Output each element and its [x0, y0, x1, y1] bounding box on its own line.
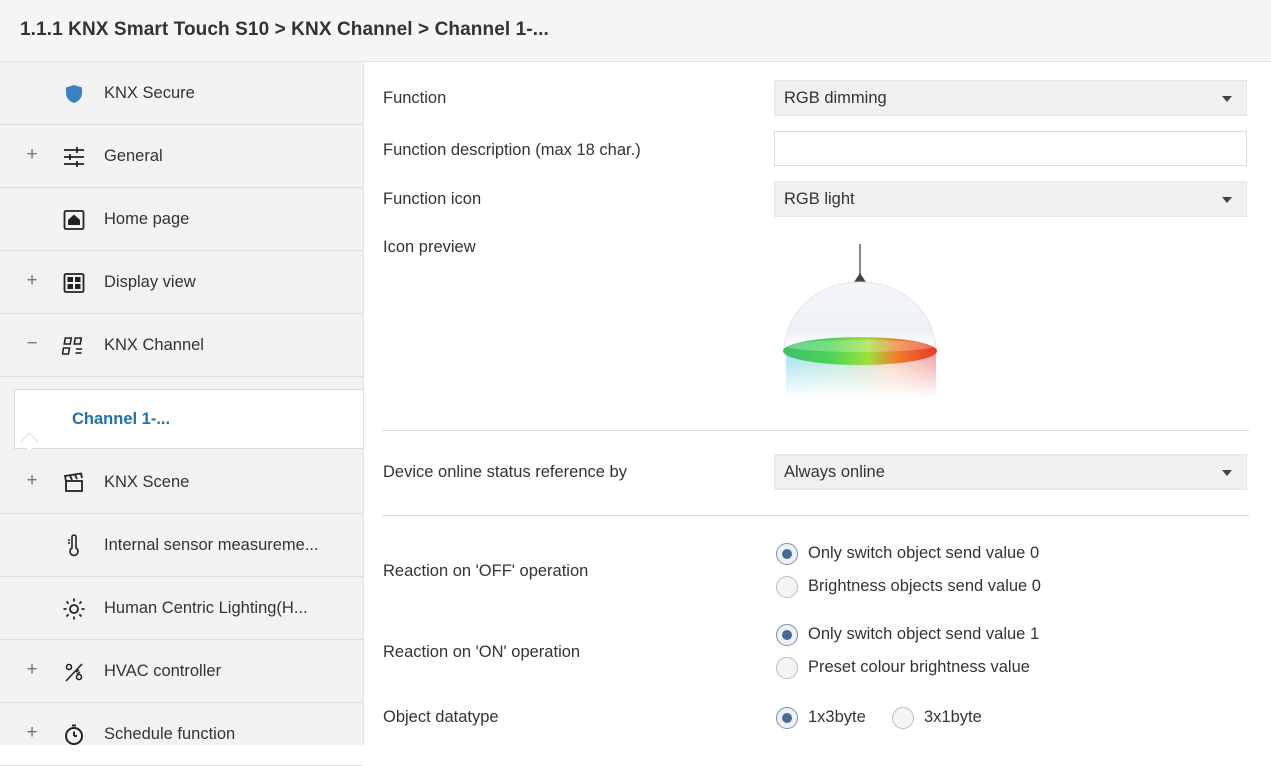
reaction-off-label: Reaction on 'OFF' operation — [383, 562, 589, 580]
expand-toggle[interactable]: + — [24, 471, 40, 491]
function-select-value: RGB dimming — [784, 89, 887, 107]
function-label: Function — [383, 89, 447, 107]
expand-toggle[interactable]: + — [24, 145, 40, 165]
sidebar-item-hvac-controller[interactable]: + HVAC controller — [0, 640, 363, 703]
expand-toggle[interactable]: + — [24, 271, 40, 291]
reaction-on-option-1-radio[interactable] — [776, 624, 798, 646]
reaction-off-option-2-radio[interactable] — [776, 576, 798, 598]
datatype-option-1-label: 1x3byte — [808, 708, 866, 726]
online-status-select[interactable]: Always online — [774, 454, 1247, 490]
clapperboard-icon — [62, 471, 86, 495]
sidebar-item-label: Internal sensor measureme... — [104, 536, 319, 554]
reaction-off-option-1-radio[interactable] — [776, 543, 798, 565]
icon-preview-label: Icon preview — [383, 238, 476, 256]
thermometer-icon — [62, 534, 86, 558]
sidebar-item-label: KNX Scene — [104, 473, 190, 491]
function-icon-label: Function icon — [383, 190, 482, 208]
title-bar: 1.1.1 KNX Smart Touch S10 > KNX Channel … — [0, 0, 1271, 62]
divider — [382, 515, 1249, 516]
sidebar-item-general[interactable]: + General — [0, 125, 363, 188]
function-icon-select-value: RGB light — [784, 190, 855, 208]
sidebar-item-internal-sensor[interactable]: Internal sensor measureme... — [0, 514, 363, 577]
function-icon-select[interactable]: RGB light — [774, 181, 1247, 217]
datatype-label: Object datatype — [383, 708, 499, 726]
home-icon — [62, 208, 86, 232]
hvac-icon — [62, 660, 86, 684]
sidebar-item-human-centric-lighting[interactable]: Human Centric Lighting(H... — [0, 577, 363, 640]
reaction-on-option-2-radio[interactable] — [776, 657, 798, 679]
shield-icon — [62, 82, 86, 106]
reaction-on-label: Reaction on 'ON' operation — [383, 643, 581, 661]
sidebar-item-label: Home page — [104, 210, 190, 228]
chevron-down-icon — [1222, 96, 1232, 102]
clock-icon — [62, 723, 86, 747]
channel-icon — [61, 334, 86, 358]
datatype-option-2-label: 3x1byte — [924, 708, 982, 726]
description-input[interactable] — [774, 131, 1247, 166]
parameter-panel: Function RGB dimming Function descriptio… — [364, 62, 1271, 745]
grid-view-icon — [62, 271, 86, 295]
expand-toggle[interactable]: + — [24, 723, 40, 743]
sidebar-item-label: KNX Secure — [104, 84, 195, 102]
sun-icon — [62, 597, 86, 621]
divider — [382, 430, 1249, 431]
sidebar: KNX Secure + General Home page + Display… — [0, 62, 364, 766]
datatype-option-1-radio[interactable] — [776, 707, 798, 729]
function-select[interactable]: RGB dimming — [774, 80, 1247, 116]
sidebar-item-home-page[interactable]: Home page — [0, 188, 363, 251]
sidebar-item-label: Channel 1-... — [72, 410, 171, 428]
expand-toggle[interactable]: + — [24, 660, 40, 680]
online-status-select-value: Always online — [784, 463, 885, 481]
reaction-off-option-1-label: Only switch object send value 0 — [808, 544, 1040, 562]
sidebar-item-label: General — [104, 147, 163, 165]
sidebar-item-knx-scene[interactable]: + KNX Scene — [0, 451, 363, 514]
sidebar-item-label: Schedule function — [104, 725, 236, 743]
rgb-pendant-lamp-icon — [772, 242, 962, 400]
sidebar-item-label: Human Centric Lighting(H... — [104, 599, 308, 617]
sidebar-item-channel-1[interactable]: Channel 1-... — [14, 389, 363, 449]
reaction-off-option-2-label: Brightness objects send value 0 — [808, 577, 1041, 595]
breadcrumb: 1.1.1 KNX Smart Touch S10 > KNX Channel … — [20, 19, 549, 40]
collapse-toggle[interactable]: − — [24, 334, 40, 354]
reaction-on-option-1-label: Only switch object send value 1 — [808, 625, 1040, 643]
sidebar-item-label: Display view — [104, 273, 196, 291]
datatype-option-2-radio[interactable] — [892, 707, 914, 729]
chevron-down-icon — [1222, 470, 1232, 476]
sidebar-item-knx-channel[interactable]: − KNX Channel — [0, 314, 363, 377]
sidebar-item-display-view[interactable]: + Display view — [0, 251, 363, 314]
sliders-icon — [62, 145, 86, 169]
sidebar-item-schedule-function[interactable]: + Schedule function — [0, 703, 363, 766]
sidebar-item-knx-secure[interactable]: KNX Secure — [0, 62, 363, 125]
chevron-down-icon — [1222, 197, 1232, 203]
sidebar-item-label: KNX Channel — [104, 336, 204, 354]
sidebar-item-label: HVAC controller — [104, 662, 222, 680]
reaction-on-option-2-label: Preset colour brightness value — [808, 658, 1030, 676]
online-status-label: Device online status reference by — [383, 463, 627, 481]
description-label: Function description (max 18 char.) — [383, 141, 641, 159]
